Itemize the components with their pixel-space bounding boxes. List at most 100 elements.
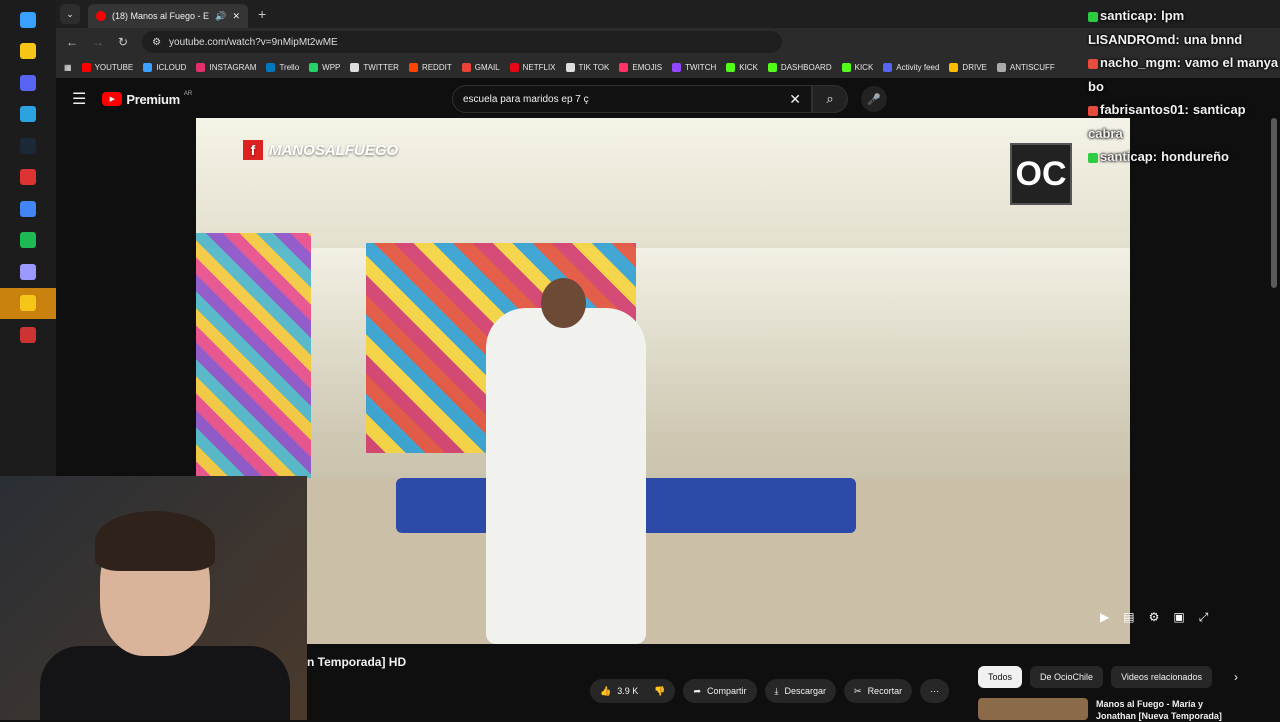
clear-search-icon[interactable]: ✕ bbox=[789, 91, 801, 108]
related-filter-chips: Todos De OcioChile Videos relacionados › bbox=[978, 666, 1238, 688]
webcam-overlay bbox=[0, 476, 307, 720]
share-icon: ➦ bbox=[693, 685, 701, 696]
webcam-hair bbox=[95, 511, 215, 571]
settings-gear-icon[interactable]: ⚙ bbox=[1149, 610, 1160, 625]
taskbar-item[interactable] bbox=[0, 256, 56, 288]
bookmark-icon bbox=[672, 62, 682, 72]
bookmark-item[interactable]: KICK bbox=[726, 62, 758, 72]
bookmark-item[interactable]: DRIVE bbox=[949, 62, 987, 72]
recommended-title[interactable]: Manos al Fuego - María y Jonathan [Nueva… bbox=[1096, 698, 1226, 722]
download-button[interactable]: ⤓ Descargar bbox=[764, 679, 837, 703]
apps-icon[interactable]: ▦ bbox=[64, 63, 72, 72]
voice-search-button[interactable]: 🎤 bbox=[861, 86, 887, 112]
bookmark-item[interactable]: ANTISCUFF bbox=[996, 62, 1055, 72]
bookmark-item[interactable]: Activity feed bbox=[883, 62, 940, 72]
bookmark-label: TWITCH bbox=[685, 62, 717, 72]
channel-logo[interactable]: OC bbox=[1010, 143, 1072, 205]
search-button[interactable]: ⌕ bbox=[812, 85, 848, 113]
bookmark-label: ANTISCUFF bbox=[1009, 62, 1055, 72]
chat-message: santicap: hondureño bbox=[1085, 145, 1280, 169]
tab-search-button[interactable]: ⌄ bbox=[60, 4, 80, 24]
bookmark-item[interactable]: TWITCH bbox=[672, 62, 717, 72]
taskbar-item[interactable] bbox=[0, 193, 56, 225]
dislike-icon[interactable]: 👎 bbox=[654, 686, 665, 697]
bookmark-icon bbox=[767, 62, 777, 72]
video-player[interactable]: f MANOSALFUEGO OC bbox=[196, 118, 1130, 644]
taskbar-item[interactable] bbox=[0, 319, 56, 351]
chat-username: santicap: bbox=[1100, 149, 1158, 164]
taskbar-item[interactable] bbox=[0, 4, 56, 36]
video-frame-person bbox=[486, 278, 646, 644]
bookmark-item[interactable]: INSTAGRAM bbox=[196, 62, 257, 72]
chat-message: nacho_mgm: vamo el manya bo bbox=[1085, 51, 1280, 98]
recommended-video[interactable]: Manos al Fuego - María y Jonathan [Nueva… bbox=[978, 698, 1226, 722]
menu-icon[interactable]: ☰ bbox=[72, 89, 86, 109]
url-field[interactable]: ⚙ youtube.com/watch?v=9nMipMt2wME bbox=[142, 31, 783, 53]
chat-badge-icon bbox=[1088, 11, 1098, 22]
site-info-icon[interactable]: ⚙ bbox=[152, 37, 161, 48]
bookmark-item[interactable]: DASHBOARD bbox=[767, 62, 832, 72]
search-input[interactable]: escuela para maridos ep 7 ç ✕ bbox=[452, 85, 812, 113]
bookmark-icon bbox=[949, 62, 959, 72]
stream-chat-overlay: santicap: lpm LISANDROmd: una bnnd nacho_mgm… bbox=[1085, 4, 1280, 169]
taskbar-item[interactable] bbox=[0, 130, 56, 162]
miniplayer-icon[interactable]: ▣ bbox=[1173, 610, 1184, 625]
watermark-text: MANOSALFUEGO bbox=[269, 141, 399, 159]
close-tab-icon[interactable]: ✕ bbox=[232, 11, 240, 22]
bookmark-item[interactable]: TWITTER bbox=[350, 62, 399, 72]
taskbar-item[interactable] bbox=[0, 67, 56, 99]
share-button[interactable]: ➦ Compartir bbox=[683, 679, 757, 703]
share-label: Compartir bbox=[707, 686, 747, 696]
forward-button[interactable]: → bbox=[92, 35, 104, 49]
bookmark-item[interactable]: REDDIT bbox=[408, 62, 452, 72]
like-button[interactable]: 👍 3.9 K 👎 bbox=[590, 679, 676, 703]
bookmark-item[interactable]: KICK bbox=[841, 62, 873, 72]
bookmark-label: WPP bbox=[322, 62, 341, 72]
bookmark-icon bbox=[196, 62, 206, 72]
bookmark-icon bbox=[143, 62, 153, 72]
youtube-play-icon: ▶ bbox=[102, 92, 123, 106]
recommended-thumbnail[interactable] bbox=[978, 698, 1088, 720]
taskbar-item[interactable] bbox=[0, 162, 56, 194]
chat-badge-icon bbox=[1088, 152, 1098, 163]
bookmark-item[interactable]: Trello bbox=[266, 62, 299, 72]
taskbar-item[interactable] bbox=[0, 287, 56, 319]
taskbar-item[interactable] bbox=[0, 36, 56, 68]
youtube-logo[interactable]: ▶ Premium AR bbox=[102, 91, 192, 107]
app-icon bbox=[20, 326, 36, 343]
browser-tab[interactable]: (18) Manos al Fuego - Erick 🔊 ✕ bbox=[88, 4, 248, 28]
chip-channel[interactable]: De OcioChile bbox=[1030, 666, 1104, 688]
taskbar-item[interactable] bbox=[0, 99, 56, 131]
autoplay-toggle-icon[interactable]: ▶ bbox=[1100, 610, 1109, 625]
bookmark-label: GMAIL bbox=[474, 62, 500, 72]
bookmark-item[interactable]: NETFLIX bbox=[509, 62, 556, 72]
bookmark-item[interactable]: TIK TOK bbox=[565, 62, 609, 72]
chat-text: hondureño bbox=[1161, 149, 1229, 164]
chat-username: LISANDROmd: bbox=[1088, 31, 1180, 47]
chip-all[interactable]: Todos bbox=[978, 666, 1023, 688]
video-frame-head bbox=[541, 278, 586, 328]
new-tab-button[interactable]: + bbox=[258, 6, 266, 22]
bookmark-item[interactable]: ICLOUD bbox=[143, 62, 186, 72]
fullscreen-icon[interactable]: ⤢ bbox=[1199, 610, 1209, 625]
telegram-icon bbox=[20, 106, 36, 123]
chevron-right-icon[interactable]: › bbox=[1234, 670, 1238, 684]
bookmark-label: Activity feed bbox=[896, 62, 940, 72]
bookmark-icon bbox=[841, 62, 851, 72]
bookmark-item[interactable]: EMOJIS bbox=[619, 62, 662, 72]
more-actions-button[interactable]: ⋯ bbox=[920, 679, 950, 703]
audio-icon[interactable]: 🔊 bbox=[215, 11, 226, 22]
clip-button[interactable]: ✂ Recortar bbox=[844, 679, 913, 703]
reload-button[interactable]: ↻ bbox=[118, 35, 128, 49]
bookmark-item[interactable]: WPP bbox=[309, 62, 341, 72]
bookmark-item[interactable]: GMAIL bbox=[461, 62, 500, 72]
subtitles-icon[interactable]: ▤ bbox=[1123, 610, 1134, 625]
bookmark-item[interactable]: YOUTUBE bbox=[81, 62, 133, 72]
chat-badge-icon bbox=[1088, 58, 1098, 69]
bookmark-label: INSTAGRAM bbox=[209, 62, 257, 72]
taskbar-item[interactable] bbox=[0, 225, 56, 257]
discord-icon bbox=[20, 74, 36, 91]
chip-related[interactable]: Videos relacionados bbox=[1111, 666, 1212, 688]
back-button[interactable]: ← bbox=[66, 35, 78, 49]
premiere-icon bbox=[20, 263, 36, 280]
